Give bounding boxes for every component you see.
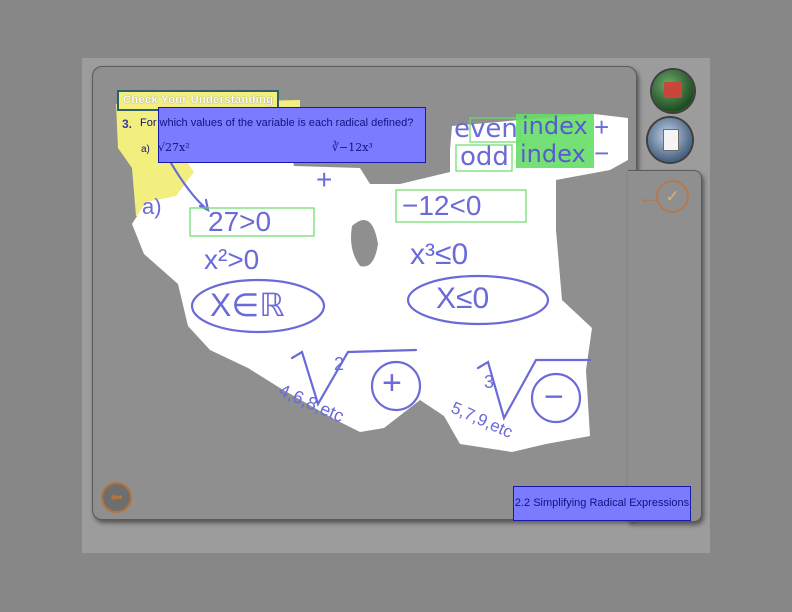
section-title: 2.2 Simplifying Radical Expressions <box>513 486 691 521</box>
ink-eq-a2: x²>0 <box>204 244 260 275</box>
part-b-radical: ∛−12x³ <box>332 141 373 154</box>
ink-eq-a1: 27>0 <box>208 206 272 237</box>
ink-even: even <box>454 114 518 144</box>
ink-eq-b1: −12<0 <box>402 190 482 221</box>
part-a-label: a) <box>141 144 150 155</box>
ink-label-a: a) <box>142 194 162 219</box>
ink-eq-b2: x³≤0 <box>410 238 469 271</box>
prev-arrow-icon: ⬅ <box>110 489 123 506</box>
ink-plus-below: + <box>316 164 333 195</box>
check-button[interactable]: ✓ <box>656 180 689 213</box>
ink-index-even: index <box>522 112 588 140</box>
question-selection-box <box>158 107 426 163</box>
part-a-radical: √27x² <box>158 141 190 154</box>
ink-index-odd: index <box>520 140 586 168</box>
home-icon <box>664 82 682 98</box>
ink-even-index-note: 2 <box>334 354 345 374</box>
check-icon: ✓ <box>665 187 680 206</box>
ink-odd: odd <box>460 142 509 172</box>
previous-slide-button[interactable]: ⬅ <box>101 482 132 513</box>
ink-minus-sign: − <box>594 138 610 168</box>
home-button[interactable] <box>652 70 694 112</box>
ink-even-result: + <box>382 364 402 402</box>
ink-odd-result: − <box>544 378 564 416</box>
ink-eq-b3: X≤0 <box>436 282 490 315</box>
notes-button[interactable] <box>648 118 692 162</box>
notes-icon <box>663 129 679 151</box>
ink-eq-a3: X∈ℝ <box>210 287 285 323</box>
ink-odd-index-note: 3 <box>484 372 495 392</box>
question-text: For which values of the variable is each… <box>140 117 414 129</box>
question-number: 3. <box>122 117 133 131</box>
